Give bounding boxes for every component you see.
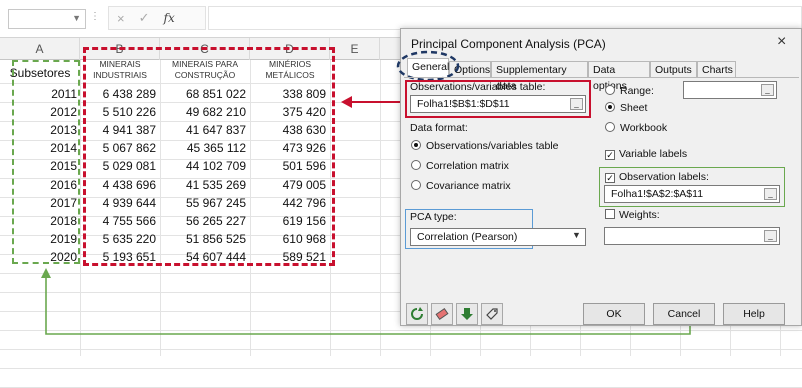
pca-dialog: Principal Component Analysis (PCA) × Gen…	[396, 28, 802, 326]
data-format-option[interactable]: Correlation matrix	[411, 160, 509, 172]
pca-type-label: PCA type:	[410, 211, 457, 223]
green-arrow-head	[41, 268, 51, 278]
chevron-down-icon[interactable]: ▼	[570, 231, 583, 243]
range-field[interactable]: _	[683, 81, 777, 99]
tab-supplementary-data[interactable]: Supplementary data	[491, 61, 588, 92]
down-arrow-icon	[461, 308, 473, 320]
pca-type-value: Correlation (Pearson)	[417, 231, 518, 243]
radio-icon[interactable]	[411, 180, 421, 190]
ok-button[interactable]: OK	[583, 303, 645, 325]
weights-label: Weights:	[619, 209, 660, 221]
row-gridline	[0, 368, 802, 369]
radio-icon[interactable]	[605, 85, 615, 95]
reset-button[interactable]	[406, 303, 428, 325]
radio-icon[interactable]	[605, 102, 615, 112]
data-format-label: Data format:	[410, 122, 468, 134]
tag-icon	[486, 308, 498, 320]
obs-var-value: Folha1!$B$1:$D$11	[417, 98, 510, 110]
close-icon[interactable]: ×	[777, 33, 786, 51]
radio-icon[interactable]	[411, 140, 421, 150]
observation-labels-value: Folha1!$A$2:$A$11	[611, 188, 704, 200]
tab-data-options[interactable]: Data options	[588, 61, 650, 92]
range-option-label: Sheet	[620, 102, 648, 114]
data-format-option-label: Covariance matrix	[426, 180, 511, 192]
range-select-icon[interactable]: _	[764, 188, 777, 200]
red-arrow-head	[341, 96, 352, 108]
tab-outputs[interactable]: Outputs	[650, 61, 697, 77]
obs-var-field[interactable]: Folha1!$B$1:$D$11 _	[410, 95, 586, 113]
radio-icon[interactable]	[411, 160, 421, 170]
observation-labels-field[interactable]: Folha1!$A$2:$A$11 _	[604, 185, 780, 203]
cancel-button[interactable]: Cancel	[653, 303, 715, 325]
reset-icon	[411, 307, 423, 320]
range-select-icon[interactable]: _	[761, 84, 774, 96]
checkmark-icon[interactable]: ✓	[605, 173, 615, 183]
weights-field[interactable]: _	[604, 227, 780, 245]
range-option-label: Range:	[620, 85, 654, 97]
download-button[interactable]	[456, 303, 478, 325]
range-select-icon[interactable]: _	[570, 98, 583, 110]
range-option[interactable]: Range:	[605, 85, 654, 97]
data-format-option-label: Correlation matrix	[426, 160, 509, 172]
checkbox-icon[interactable]	[605, 209, 615, 219]
obs-var-label: Observations/variables table:	[410, 81, 546, 93]
tag-button[interactable]	[481, 303, 503, 325]
range-select-icon[interactable]: _	[764, 230, 777, 242]
observation-labels-option[interactable]: ✓ Observation labels:	[605, 171, 709, 183]
help-button[interactable]: Help	[723, 303, 785, 325]
weights-option[interactable]: Weights:	[605, 209, 660, 221]
range-option[interactable]: Sheet	[605, 102, 647, 114]
clear-button[interactable]	[431, 303, 453, 325]
tab-charts[interactable]: Charts	[697, 61, 736, 77]
data-format-option[interactable]: Observations/variables table	[411, 140, 559, 152]
variable-labels-option[interactable]: ✓ Variable labels	[605, 148, 687, 160]
checkmark-icon[interactable]: ✓	[605, 150, 615, 160]
data-format-option-label: Observations/variables table	[426, 140, 559, 152]
eraser-icon	[435, 307, 449, 321]
variable-labels-label: Variable labels	[619, 148, 688, 160]
radio-icon[interactable]	[605, 122, 615, 132]
data-format-option[interactable]: Covariance matrix	[411, 180, 511, 192]
range-option[interactable]: Workbook	[605, 122, 667, 134]
pca-type-select[interactable]: Correlation (Pearson) ▼	[410, 228, 586, 246]
observation-labels-label: Observation labels:	[619, 171, 709, 183]
range-option-label: Workbook	[620, 122, 668, 134]
